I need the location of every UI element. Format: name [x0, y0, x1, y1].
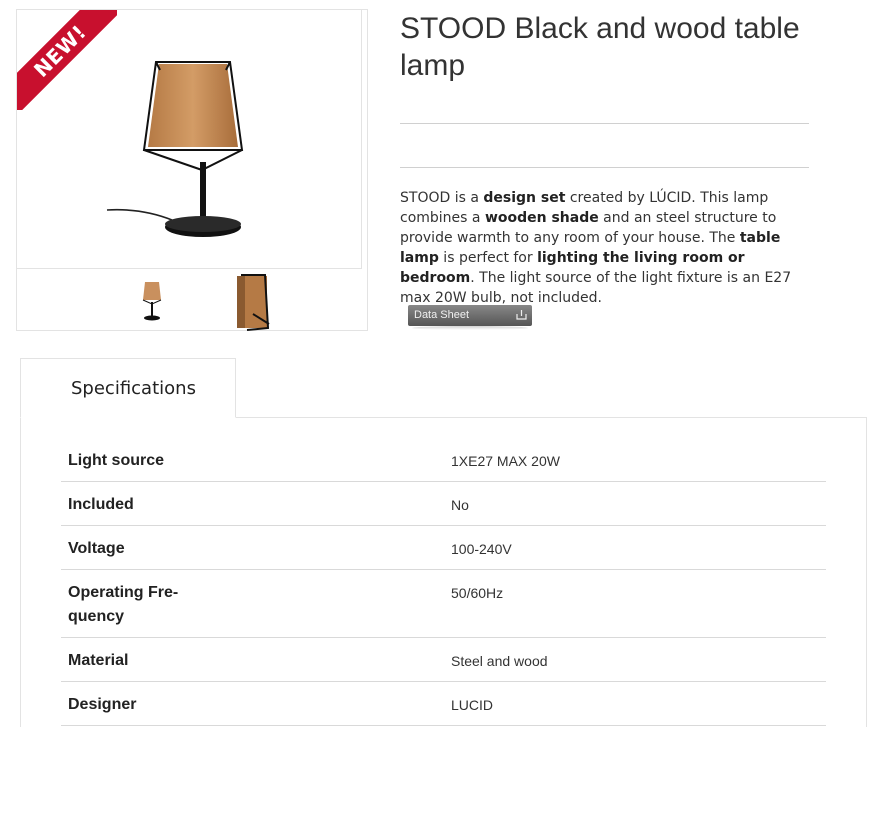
product-gallery: NEW!: [16, 9, 368, 331]
spec-value: 1XE27 MAX 20W: [451, 453, 560, 469]
spec-label: Operating Fre­quency: [68, 584, 179, 625]
spec-value: No: [451, 497, 469, 513]
desc-bold: design set: [483, 190, 566, 206]
table-row: Operating Fre­quency 50/60Hz: [61, 570, 826, 638]
thumbnail-lamp-detail[interactable]: [235, 274, 271, 332]
table-row: Designer LUCID: [61, 682, 826, 726]
main-product-image[interactable]: NEW!: [17, 10, 362, 269]
button-shadow: [412, 326, 528, 330]
product-title: STOOD Black and wood table lamp: [400, 12, 800, 82]
thumbnail-strip: [17, 270, 367, 331]
tab-specifications[interactable]: Specifications: [20, 358, 236, 418]
thumbnail-lamp-front[interactable]: [137, 274, 167, 324]
spec-label: Designer: [68, 696, 137, 713]
desc-text: STOOD is a: [400, 190, 484, 206]
spec-label: Light source: [68, 452, 165, 469]
specifications-table: Light source 1XE27 MAX 20W Included No V…: [61, 438, 826, 726]
table-row: Material Steel and wood: [61, 638, 826, 682]
lamp-image: [106, 61, 244, 237]
data-sheet-label: Data Sheet: [414, 309, 470, 321]
data-sheet-button[interactable]: Data Sheet: [408, 305, 532, 326]
spec-value: 100-240V: [451, 541, 512, 557]
spec-label: Included: [68, 496, 134, 513]
table-row: Included No: [61, 482, 826, 526]
divider: [400, 167, 809, 168]
spec-value: LUCID: [451, 697, 494, 713]
download-icon: [516, 310, 527, 320]
spec-value: Steel and wood: [451, 653, 548, 669]
table-row: Light source 1XE27 MAX 20W: [61, 438, 826, 482]
spec-label: Voltage: [68, 540, 125, 557]
desc-text: is perfect for: [438, 250, 538, 266]
spec-value: 50/60Hz: [451, 585, 504, 601]
product-description: STOOD is a design set created by LÚCID. …: [400, 188, 810, 308]
divider: [400, 123, 809, 124]
spec-label: Material: [68, 652, 129, 669]
desc-bold: wooden shade: [484, 210, 599, 226]
table-row: Voltage 100-240V: [61, 526, 826, 570]
